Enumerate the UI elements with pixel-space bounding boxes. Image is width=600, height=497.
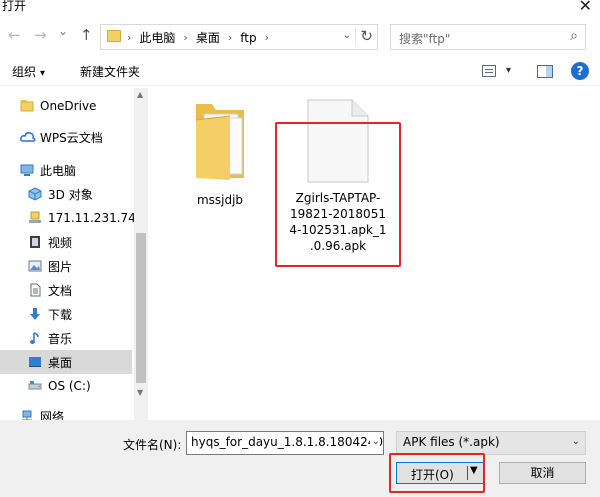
organize-button[interactable]: 组织 ▾ [12, 63, 45, 80]
sidebar-item-this-pc[interactable]: 此电脑 [0, 158, 132, 182]
network-icon [20, 409, 34, 420]
navigation-bar: ← → ⌄ ↑ › 此电脑 › 桌面 › ftp › ⌄ ↻ 搜索"ftp" ⌕ [0, 18, 600, 52]
sidebar-item-label: OneDrive [40, 99, 97, 113]
help-icon[interactable]: ? [571, 62, 589, 80]
address-bar[interactable]: › 此电脑 › 桌面 › ftp › ⌄ ↻ [100, 24, 378, 50]
music-icon [28, 331, 42, 345]
download-icon [28, 307, 42, 321]
sidebar-item-pictures[interactable]: 图片 [0, 254, 132, 278]
sidebar-item-label: 音乐 [48, 331, 73, 346]
navigation-pane: OneDrive WPS云文档 此电脑 3D 对象 171.11.231.74 … [0, 88, 148, 420]
back-arrow-icon[interactable]: ← [8, 26, 21, 44]
folder-icon [20, 99, 34, 113]
scroll-up-icon[interactable]: ▲ [137, 90, 143, 99]
sidebar-item-os-drive[interactable]: OS (C:) [0, 374, 132, 398]
sidebar-item-desktop[interactable]: 桌面 [0, 350, 132, 374]
cancel-button[interactable]: 取消 [499, 462, 586, 484]
command-bar: 组织 ▾ 新建文件夹 ▾ ? [0, 56, 600, 86]
new-folder-button[interactable]: 新建文件夹 [80, 63, 140, 80]
sidebar-item-wps-cloud[interactable]: WPS云文档 [0, 125, 132, 149]
desktop-icon [28, 355, 42, 369]
chevron-right-icon[interactable]: › [228, 31, 232, 44]
highlight-box [389, 453, 485, 493]
filename-value: hyqs_for_dayu_1.8.1.8.1804240 [191, 435, 383, 449]
file-name: mssjdjb [196, 193, 244, 207]
chevron-right-icon[interactable]: › [265, 31, 269, 44]
chevron-down-icon[interactable]: ⌄ [369, 436, 380, 447]
sidebar-item-label: 下载 [48, 307, 73, 322]
forward-arrow-icon[interactable]: → [34, 26, 47, 44]
sidebar-item-label: 图片 [48, 259, 73, 274]
up-arrow-icon[interactable]: ↑ [80, 26, 93, 44]
chevron-right-icon[interactable]: › [183, 31, 187, 44]
sidebar-item-label: 文档 [48, 283, 73, 298]
search-input[interactable]: 搜索"ftp" ⌕ [390, 24, 586, 50]
sidebar-item-label: WPS云文档 [40, 130, 103, 145]
sidebar-item-downloads[interactable]: 下载 [0, 302, 132, 326]
chevron-down-icon[interactable]: ⌄ [343, 30, 351, 41]
title-bar: 打开 ✕ [0, 0, 600, 16]
filetype-value: APK files (*.apk) [403, 435, 500, 449]
folder-icon [107, 30, 121, 42]
filetype-select[interactable]: APK files (*.apk) ⌄ [396, 431, 586, 455]
sidebar-item-3d-objects[interactable]: 3D 对象 [0, 182, 132, 206]
cube-icon [28, 187, 42, 201]
filename-label: 文件名(N): [123, 438, 182, 452]
sidebar-item-label: 桌面 [48, 355, 73, 370]
search-placeholder: 搜索"ftp" [399, 32, 451, 46]
document-icon [28, 283, 42, 297]
refresh-icon[interactable]: ↻ [355, 27, 373, 45]
search-icon[interactable]: ⌕ [570, 28, 578, 44]
sidebar-item-videos[interactable]: 视频 [0, 230, 132, 254]
cloud-icon [20, 130, 36, 144]
recent-locations-icon[interactable]: ⌄ [58, 24, 68, 38]
network-drive-icon [28, 211, 42, 225]
computer-icon [20, 163, 34, 177]
window-title: 打开 [2, 0, 27, 13]
sidebar-item-label: 视频 [48, 235, 73, 250]
organize-label: 组织 [12, 65, 37, 79]
drive-icon [28, 379, 42, 393]
sidebar-scroll-thumb[interactable] [136, 233, 146, 383]
sidebar-item-label: 171.11.231.74 [48, 211, 136, 225]
breadcrumb: › 此电脑 › 桌面 › ftp › [127, 29, 269, 46]
chevron-right-icon: › [127, 31, 132, 44]
dialog-footer: 文件名(N): hyqs_for_dayu_1.8.1.8.1804240 ⌄ … [0, 420, 600, 497]
filename-input[interactable]: hyqs_for_dayu_1.8.1.8.1804240 ⌄ [186, 431, 384, 455]
breadcrumb-item[interactable]: 桌面 [196, 29, 220, 46]
sidebar-item-onedrive[interactable]: OneDrive [0, 94, 132, 118]
sidebar-item-network-drive[interactable]: 171.11.231.74 [0, 206, 136, 230]
sidebar-item-label: 3D 对象 [48, 187, 93, 202]
file-item-folder[interactable]: mssjdjb [180, 98, 260, 208]
video-icon [28, 235, 42, 249]
folder-icon [195, 104, 244, 180]
sidebar-item-label: 此电脑 [40, 163, 77, 178]
sidebar-item-documents[interactable]: 文档 [0, 278, 132, 302]
sidebar-item-label: 网络 [40, 409, 65, 421]
sidebar-item-music[interactable]: 音乐 [0, 326, 132, 350]
picture-icon [28, 259, 42, 273]
chevron-down-icon: ⌄ [571, 436, 580, 447]
preview-pane-icon[interactable] [537, 65, 553, 78]
sidebar-item-label: OS (C:) [48, 379, 91, 393]
chevron-down-icon[interactable]: ▾ [506, 65, 511, 76]
view-options-icon[interactable] [482, 65, 496, 77]
close-icon[interactable]: ✕ [579, 0, 592, 15]
scroll-down-icon[interactable]: ▼ [137, 388, 143, 397]
sidebar-item-network[interactable]: 网络 [0, 404, 132, 420]
breadcrumb-item[interactable]: ftp [240, 31, 256, 45]
chevron-down-icon: ▾ [40, 68, 46, 79]
breadcrumb-item[interactable]: 此电脑 [139, 29, 175, 46]
highlight-box [275, 122, 401, 267]
